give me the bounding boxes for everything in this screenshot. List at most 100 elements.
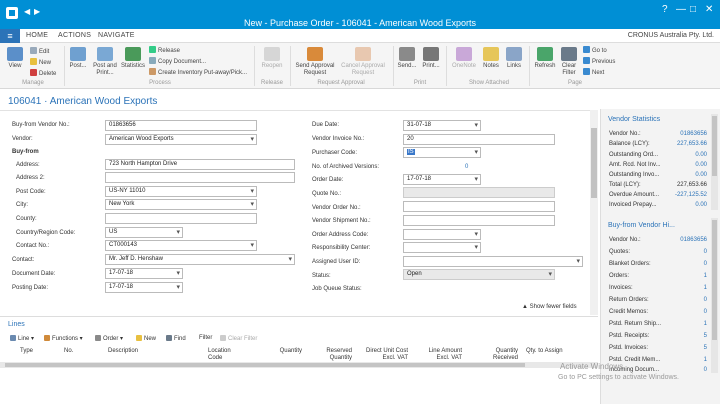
goto-button[interactable]: Go to (583, 46, 607, 54)
stat-value[interactable]: 0.00 (695, 162, 707, 168)
contact-no-field[interactable]: CT000143 (105, 240, 257, 251)
create-inventory-button[interactable]: Create Inventory Put-away/Pick... (149, 68, 247, 76)
lines-title[interactable]: Lines (8, 321, 25, 328)
history-value[interactable]: 0 (704, 297, 707, 303)
responsibility-center-field[interactable] (403, 242, 481, 253)
tab-home[interactable]: HOME (26, 32, 48, 39)
column-header-quantity[interactable]: Quantity (270, 348, 302, 355)
buy-from-vendor-no-field[interactable]: 01863656 (105, 120, 257, 131)
scroll-thumb[interactable] (591, 128, 597, 198)
print-button[interactable]: Print... (420, 47, 442, 70)
copy-document-button[interactable]: Copy Document... (149, 57, 206, 65)
contact-field[interactable]: Mr. Jeff D. Henshaw (105, 254, 295, 265)
column-header-line-amount[interactable]: Line Amount Excl. VAT (414, 348, 462, 362)
column-header-qty-to-assign[interactable]: Qty. to Assign (526, 348, 570, 355)
status-field[interactable]: Open (403, 269, 555, 280)
factbox-scrollbar[interactable] (711, 218, 718, 373)
vendor-history-title[interactable]: Buy-from Vendor Hi... (608, 222, 675, 229)
document-date-field[interactable]: 17-07-18 (105, 268, 183, 279)
next-button[interactable]: Next (583, 68, 604, 76)
previous-button[interactable]: Previous (583, 57, 615, 65)
history-value[interactable]: 1 (704, 285, 707, 291)
address-field[interactable]: 723 North Hampton Drive (105, 159, 295, 170)
factbox-scroll-thumb[interactable] (712, 116, 717, 176)
column-header-direct-unit-cost[interactable]: Direct Unit Cost Excl. VAT (358, 348, 408, 362)
onenote-button[interactable]: OneNote (450, 47, 478, 70)
lines-horizontal-scrollbar[interactable] (0, 362, 598, 368)
post-and-print-button[interactable]: Post and Print... (91, 47, 119, 77)
cancel-approval-button[interactable]: Cancel Approval Request (338, 47, 388, 77)
stat-value[interactable]: -227,125.52 (675, 192, 707, 198)
tab-actions[interactable]: ACTIONS (58, 32, 91, 39)
functions-menu-button[interactable]: Functions ▾ (44, 335, 83, 342)
filter-button[interactable]: Filter (199, 335, 212, 341)
send-button[interactable]: Send... (396, 47, 418, 70)
vendor-order-no-field[interactable] (403, 201, 555, 212)
factbox-scrollbar[interactable] (711, 114, 718, 210)
line-menu-button[interactable]: Line ▾ (10, 335, 34, 342)
new-button[interactable]: New (30, 58, 51, 66)
history-value[interactable]: 01863656 (680, 237, 707, 243)
post-button[interactable]: Post... (68, 47, 88, 70)
city-field[interactable]: New York (105, 199, 257, 210)
assigned-user-id-field[interactable] (403, 256, 583, 267)
close-icon[interactable]: ✕ (705, 4, 713, 15)
posting-date-field[interactable]: 17-07-18 (105, 282, 183, 293)
column-header-type[interactable]: Type (20, 348, 33, 355)
lines-grid[interactable] (5, 363, 595, 399)
release-button[interactable]: Release (149, 46, 180, 54)
column-header-quantity-received[interactable]: Quantity Received (476, 348, 518, 362)
clear-filter-lines-button[interactable]: Clear Filter (220, 335, 257, 342)
history-value[interactable]: 0 (704, 249, 707, 255)
send-approval-button[interactable]: Send Approval Request (292, 47, 338, 77)
stat-value[interactable]: 0.00 (695, 172, 707, 178)
find-button[interactable]: Find (166, 335, 186, 342)
order-menu-button[interactable]: Order ▾ (95, 335, 123, 342)
new-line-button[interactable]: New (136, 335, 156, 342)
history-value[interactable]: 1 (704, 273, 707, 279)
company-name[interactable]: CRONUS Australia Pty. Ltd. (628, 32, 714, 39)
show-fewer-fields-button[interactable]: ▲ Show fewer fields (522, 304, 577, 310)
vendor-shipment-no-field[interactable] (403, 215, 555, 226)
column-header-no[interactable]: No. (64, 348, 73, 355)
maximize-icon[interactable]: □ (690, 4, 696, 15)
purchaser-code-field[interactable]: IS (403, 147, 481, 158)
column-header-location-code[interactable]: Location Code (208, 348, 240, 362)
delete-button[interactable]: Delete (30, 69, 56, 77)
back-icon[interactable]: ◀ (24, 7, 30, 16)
edit-button[interactable]: Edit (30, 47, 49, 55)
refresh-button[interactable]: Refresh (532, 47, 558, 70)
minimize-icon[interactable]: — (676, 4, 686, 15)
main-scrollbar[interactable] (590, 110, 598, 315)
vendor-statistics-title[interactable]: Vendor Statistics (608, 116, 660, 123)
stat-value[interactable]: 227,653.66 (677, 141, 707, 147)
menu-icon[interactable]: ≡ (0, 29, 20, 43)
history-value[interactable]: 1 (704, 321, 707, 327)
county-field[interactable] (105, 213, 257, 224)
vendor-field[interactable]: American Wood Exports (105, 134, 257, 145)
address2-field[interactable] (105, 172, 295, 183)
reopen-button[interactable]: Reopen (258, 47, 286, 70)
stat-value[interactable]: 01863656 (680, 131, 707, 137)
lines-scroll-thumb[interactable] (5, 363, 525, 367)
notes-button[interactable]: Notes (480, 47, 502, 70)
history-value[interactable]: 5 (704, 333, 707, 339)
view-button[interactable]: View (5, 47, 25, 70)
order-date-field[interactable]: 17-07-18 (403, 174, 481, 185)
history-value[interactable]: 0 (704, 261, 707, 267)
tab-navigate[interactable]: NAVIGATE (98, 32, 135, 39)
factbox-scroll-thumb[interactable] (712, 220, 717, 340)
links-button[interactable]: Links (503, 47, 525, 70)
history-value[interactable]: 0 (704, 309, 707, 315)
help-icon[interactable]: ? (662, 4, 668, 15)
column-header-reserved-quantity[interactable]: Reserved Quantity (318, 348, 352, 362)
vendor-invoice-no-field[interactable]: 20 (403, 134, 555, 145)
history-value[interactable]: 1 (704, 357, 707, 363)
archived-versions-value[interactable]: 0 (465, 164, 468, 170)
forward-icon[interactable]: ▶ (34, 7, 40, 16)
stat-value[interactable]: 0.00 (695, 202, 707, 208)
history-value[interactable]: 0 (704, 367, 707, 373)
post-code-field[interactable]: US-NY 11010 (105, 186, 257, 197)
country-region-code-field[interactable]: US (105, 227, 183, 238)
history-value[interactable]: 5 (704, 345, 707, 351)
